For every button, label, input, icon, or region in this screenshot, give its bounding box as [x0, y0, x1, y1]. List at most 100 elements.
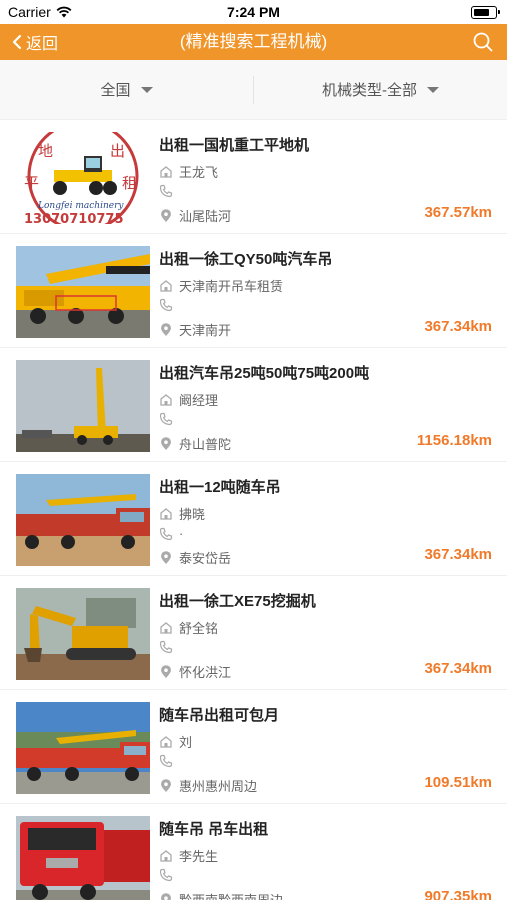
contact-name: 拂晓 [179, 507, 206, 522]
contact-name: 天津南开吊车租赁 [179, 279, 284, 294]
contact-row: 王龙飞 [159, 162, 218, 181]
contact-row: 拂晓 [159, 504, 205, 523]
caret-down-icon [140, 86, 153, 93]
phone-row[interactable] [159, 640, 179, 654]
phone-row[interactable] [159, 754, 179, 768]
contact-name: 舒全铭 [179, 621, 219, 636]
location-row: 汕尾陆河 [159, 206, 231, 225]
svg-text:Longfei machinery: Longfei machinery [37, 201, 124, 211]
listing-item[interactable]: 出租一徐工XE75挖掘机 舒全铭 怀化洪江 367.34km [0, 576, 507, 690]
location-pin-icon [161, 208, 171, 222]
page-title: (精准搜索工程机械) [179, 32, 328, 51]
distance-label: 367.34km [424, 546, 492, 563]
listing-item[interactable]: 随车吊出租可包月 刘 惠州惠州周边 109.51km [0, 690, 507, 804]
phone-row[interactable] [159, 184, 179, 198]
excavator-photo [16, 588, 150, 680]
type-filter[interactable]: 机械类型-全部 [254, 60, 507, 119]
house-icon [160, 393, 172, 406]
location-row: 泰安岱岳 [159, 548, 231, 567]
contact-row: 天津南开吊车租赁 [159, 276, 283, 295]
boom-truck-photo [16, 474, 150, 566]
location-text: 舟山普陀 [179, 437, 232, 452]
contact-name: 刘 [179, 735, 193, 750]
listing-thumbnail [16, 474, 150, 566]
house-icon [160, 735, 172, 748]
nav-bar: 返回 (精准搜索工程机械) [0, 24, 507, 60]
location-text: 汕尾陆河 [179, 209, 232, 224]
listing-item[interactable]: 出租一徐工QY50吨汽车吊 天津南开吊车租赁 天津南开 367.34km [0, 234, 507, 348]
grader-photo: 地 出 平 租 Longfei machinery 13070710775 [16, 132, 150, 224]
svg-text:出: 出 [110, 142, 125, 160]
contact-row: 李先生 [159, 846, 218, 865]
listing-thumbnail [16, 360, 150, 452]
listing-item[interactable]: 地 出 平 租 Longfei machinery 13070710775 出租… [0, 120, 507, 234]
filter-bar: 全国 机械类型-全部 [0, 60, 507, 120]
house-icon [160, 165, 172, 178]
status-time: 7:24 PM [227, 4, 280, 20]
contact-row: 刘 [159, 732, 192, 751]
listing-item[interactable]: 出租一12吨随车吊 拂晓 · 泰安岱岳 367.34km [0, 462, 507, 576]
listing-title: 出租汽车吊25吨50吨75吨200吨 [159, 365, 370, 382]
phone-row[interactable]: · [159, 526, 183, 541]
location-pin-icon [161, 550, 171, 564]
listing-thumbnail [16, 588, 150, 680]
location-text: 泰安岱岳 [179, 551, 232, 566]
search-icon[interactable] [471, 30, 495, 54]
location-row: 怀化洪江 [159, 662, 231, 681]
listing-item[interactable]: 出租汽车吊25吨50吨75吨200吨 阚经理 舟山普陀 1156.18km [0, 348, 507, 462]
contact-row: 阚经理 [159, 390, 218, 409]
house-icon [160, 507, 172, 520]
phone-icon [159, 868, 173, 882]
svg-text:13070710775: 13070710775 [24, 212, 124, 224]
distance-label: 1156.18km [416, 432, 492, 449]
location-pin-icon [161, 664, 171, 678]
location-pin-icon [161, 892, 171, 900]
phone-number: · [179, 526, 184, 541]
svg-text:租: 租 [122, 174, 137, 192]
house-icon [160, 849, 172, 862]
phone-icon [159, 412, 173, 426]
location-row: 舟山普陀 [159, 434, 231, 453]
distance-label: 367.34km [424, 660, 492, 677]
distance-label: 907.35km [424, 888, 492, 900]
house-icon [160, 621, 172, 634]
truck-crane-photo [16, 246, 150, 338]
location-text: 怀化洪江 [179, 665, 232, 680]
listing-title: 出租一12吨随车吊 [159, 479, 281, 496]
house-icon [160, 279, 172, 292]
listing-thumbnail [16, 246, 150, 338]
contact-name: 阚经理 [179, 393, 219, 408]
region-filter[interactable]: 全国 [0, 60, 253, 119]
phone-row[interactable] [159, 412, 179, 426]
listing-title: 出租一国机重工平地机 [159, 137, 310, 154]
listing-thumbnail [16, 702, 150, 794]
red-truck-photo [16, 816, 150, 900]
crane-photo [16, 360, 150, 452]
distance-label: 109.51km [424, 774, 492, 791]
listing-item[interactable]: 随车吊 吊车出租 李先生 黔西南黔西南周边 907.35km [0, 804, 507, 900]
location-row: 黔西南黔西南周边 [159, 890, 283, 900]
listing-thumbnail [16, 816, 150, 900]
type-filter-label: 机械类型-全部 [322, 82, 417, 99]
location-text: 天津南开 [179, 323, 232, 338]
svg-text:平: 平 [24, 174, 39, 192]
region-filter-label: 全国 [100, 82, 131, 99]
phone-row[interactable] [159, 868, 179, 882]
phone-icon [159, 527, 173, 540]
location-text: 黔西南黔西南周边 [179, 890, 283, 900]
location-pin-icon [161, 436, 171, 450]
distance-label: 367.34km [424, 318, 492, 335]
status-bar: Carrier 7:24 PM [0, 0, 507, 24]
listing-title: 出租一徐工XE75挖掘机 [159, 593, 316, 610]
listing-thumbnail: 地 出 平 租 Longfei machinery 13070710775 [16, 132, 150, 224]
battery-icon [471, 6, 500, 19]
phone-row[interactable] [159, 298, 179, 312]
listing-title: 随车吊出租可包月 [159, 707, 280, 724]
location-row: 惠州惠州周边 [159, 776, 257, 795]
contact-row: 舒全铭 [159, 618, 218, 637]
phone-icon [159, 754, 173, 768]
distance-label: 367.57km [424, 204, 492, 221]
contact-name: 王龙飞 [179, 165, 219, 180]
boom-truck-photo [16, 702, 150, 794]
phone-icon [159, 184, 173, 198]
